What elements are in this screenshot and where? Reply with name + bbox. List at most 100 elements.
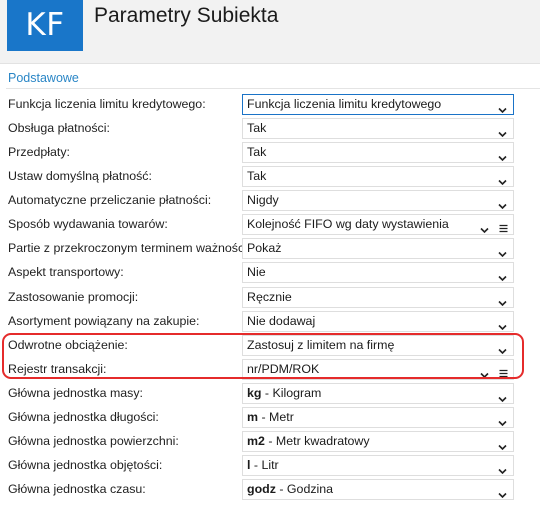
setting-dropdown[interactable]: godz - Godzina	[242, 479, 514, 500]
setting-label: Odwrotne obciążenie:	[8, 338, 128, 352]
unit-name: - Metr	[258, 410, 294, 424]
unit-name: - Litr	[250, 458, 279, 472]
section-divider	[6, 88, 540, 89]
setting-value: Pokaż	[247, 241, 282, 255]
setting-label: Aspekt transportowy:	[8, 265, 124, 279]
chevron-down-icon[interactable]	[498, 438, 507, 451]
setting-row: Partie z przekroczonym terminem ważności…	[0, 238, 540, 260]
setting-dropdown[interactable]: Nigdy	[242, 190, 514, 211]
chevron-down-icon[interactable]	[498, 462, 507, 475]
setting-dropdown[interactable]: Pokaż	[242, 238, 514, 259]
setting-row: Asortyment powiązany na zakupie: Nie doda…	[0, 311, 540, 333]
setting-value: kg - Kilogram	[247, 386, 321, 400]
setting-dropdown[interactable]: nr/PDM/ROK	[242, 359, 514, 380]
setting-value: m - Metr	[247, 410, 294, 424]
chevron-down-icon[interactable]	[498, 269, 507, 282]
chevron-down-icon[interactable]	[498, 125, 507, 138]
setting-row: Główna jednostka masy: kg - Kilogram	[0, 383, 540, 405]
setting-dropdown[interactable]: Tak	[242, 166, 514, 187]
setting-dropdown[interactable]: Funkcja liczenia limitu kredytowego	[242, 94, 514, 115]
setting-value: m2 - Metr kwadratowy	[247, 434, 370, 448]
setting-label: Główna jednostka objętości:	[8, 458, 163, 472]
setting-value: Tak	[247, 169, 267, 183]
setting-dropdown[interactable]: l - Litr	[242, 455, 514, 476]
chevron-down-icon[interactable]	[498, 414, 507, 427]
setting-value: Nie	[247, 265, 266, 279]
setting-dropdown[interactable]: m2 - Metr kwadratowy	[242, 431, 514, 452]
header-divider	[0, 63, 540, 64]
setting-label: Główna jednostka czasu:	[8, 482, 146, 496]
chevron-down-icon[interactable]	[498, 149, 507, 162]
chevron-down-icon[interactable]	[498, 390, 507, 403]
setting-dropdown[interactable]: Kolejność FIFO wg daty wystawienia	[242, 214, 514, 235]
chevron-down-icon[interactable]	[498, 245, 507, 258]
setting-row: Rejestr transakcji: nr/PDM/ROK	[0, 359, 540, 381]
chevron-down-icon[interactable]	[498, 486, 507, 499]
unit-code: m2	[247, 434, 265, 448]
setting-value: godz - Godzina	[247, 482, 333, 496]
unit-name: - Godzina	[275, 482, 334, 496]
chevron-down-icon[interactable]	[498, 197, 507, 210]
setting-row: Funkcja liczenia limitu kredytowego: Funk…	[0, 94, 540, 116]
setting-row: Automatyczne przeliczanie płatności: Nigd…	[0, 190, 540, 212]
setting-label: Przedpłaty:	[8, 145, 70, 159]
setting-label: Rejestr transakcji:	[8, 362, 107, 376]
setting-label: Główna jednostka masy:	[8, 386, 143, 400]
setting-row: Ustaw domyślną płatność: Tak	[0, 166, 540, 188]
setting-row: Główna jednostka czasu: godz - Godzina	[0, 479, 540, 501]
chevron-down-icon[interactable]	[498, 342, 507, 355]
setting-label: Zastosowanie promocji:	[8, 290, 139, 304]
setting-dropdown[interactable]: m - Metr	[242, 407, 514, 428]
app-logo: KF	[7, 0, 83, 51]
setting-row: Aspekt transportowy: Nie	[0, 262, 540, 284]
setting-label: Asortyment powiązany na zakupie:	[8, 314, 200, 328]
setting-dropdown[interactable]: Tak	[242, 142, 514, 163]
chevron-down-icon[interactable]	[498, 173, 507, 186]
setting-value: Nie dodawaj	[247, 314, 316, 328]
unit-name: - Kilogram	[261, 386, 322, 400]
setting-row: Przedpłaty: Tak	[0, 142, 540, 164]
setting-label: Obsługa płatności:	[8, 121, 110, 135]
setting-row: Główna jednostka długości: m - Metr	[0, 407, 540, 429]
setting-row: Sposób wydawania towarów: Kolejność FIFO …	[0, 214, 540, 236]
setting-label: Główna jednostka długości:	[8, 410, 159, 424]
setting-value: Funkcja liczenia limitu kredytowego	[247, 97, 442, 111]
chevron-down-icon[interactable]	[498, 318, 507, 331]
header-bar: KF Parametry Subiekta	[0, 0, 540, 63]
chevron-down-icon[interactable]	[480, 221, 489, 234]
setting-dropdown[interactable]: kg - Kilogram	[242, 383, 514, 404]
unit-code: m	[247, 410, 259, 424]
menu-icon[interactable]	[499, 365, 508, 378]
setting-dropdown[interactable]: Nie	[242, 262, 514, 283]
setting-label: Automatyczne przeliczanie płatności:	[8, 193, 212, 207]
unit-code: kg	[247, 386, 262, 400]
unit-name: - Metr kwadratowy	[264, 434, 370, 448]
setting-label: Sposób wydawania towarów:	[8, 217, 168, 231]
unit-code: godz	[247, 482, 276, 496]
setting-label: Partie z przekroczonym terminem ważności…	[8, 241, 251, 255]
setting-row: Główna jednostka objętości: l - Litr	[0, 455, 540, 477]
setting-label: Główna jednostka powierzchni:	[8, 434, 179, 448]
setting-value: Ręcznie	[247, 290, 292, 304]
chevron-down-icon[interactable]	[498, 101, 507, 114]
setting-label: Funkcja liczenia limitu kredytowego:	[8, 97, 206, 111]
setting-value: Zastosuj z limitem na firmę	[247, 338, 395, 352]
setting-row: Zastosowanie promocji: Ręcznie	[0, 287, 540, 309]
chevron-down-icon[interactable]	[498, 294, 507, 307]
setting-row: Odwrotne obciążenie: Zastosuj z limitem n…	[0, 335, 540, 357]
setting-value: Tak	[247, 145, 267, 159]
setting-value: l - Litr	[247, 458, 279, 472]
chevron-down-icon[interactable]	[480, 366, 489, 379]
setting-label: Ustaw domyślną płatność:	[8, 169, 152, 183]
setting-row: Obsługa płatności: Tak	[0, 118, 540, 140]
setting-row: Główna jednostka powierzchni: m2 - Metr k…	[0, 431, 540, 453]
setting-dropdown[interactable]: Tak	[242, 118, 514, 139]
section-title: Podstawowe	[8, 71, 79, 85]
setting-dropdown[interactable]: Zastosuj z limitem na firmę	[242, 335, 514, 356]
setting-value: nr/PDM/ROK	[247, 362, 320, 376]
setting-value: Tak	[247, 121, 267, 135]
setting-value: Nigdy	[247, 193, 279, 207]
setting-dropdown[interactable]: Ręcznie	[242, 287, 514, 308]
menu-icon[interactable]	[499, 220, 508, 233]
setting-dropdown[interactable]: Nie dodawaj	[242, 311, 514, 332]
